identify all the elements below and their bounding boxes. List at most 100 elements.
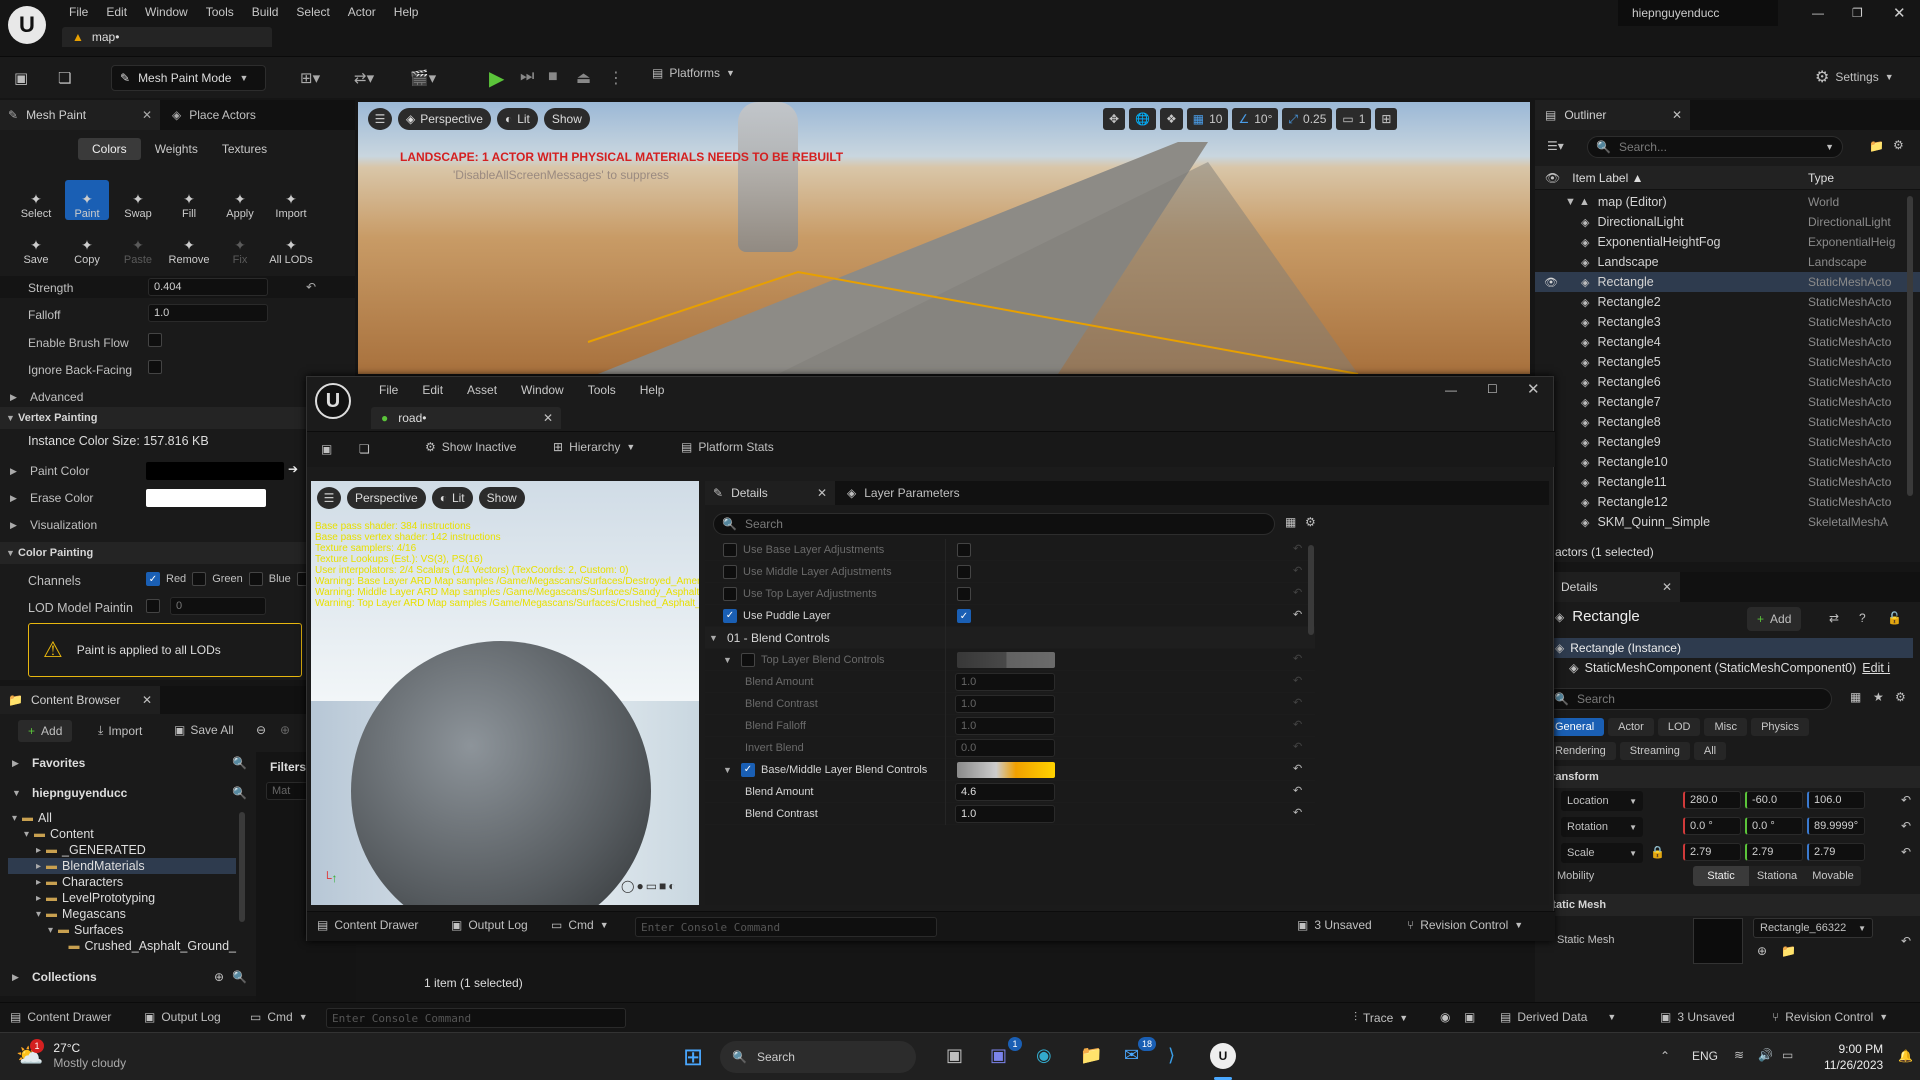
save-icon[interactable]: ▣ (14, 69, 28, 87)
outliner-row[interactable]: ◈ Rectangle10 StaticMeshActo (1535, 452, 1920, 472)
expand-arrow-icon[interactable]: ▾ (24, 829, 34, 840)
category-rendering[interactable]: Rendering (1545, 742, 1616, 760)
instance-row[interactable]: ◈ Rectangle (Instance) (1545, 638, 1913, 658)
language-indicator[interactable]: ENG (1692, 1049, 1718, 1063)
cinematics-icon[interactable]: 🎬▾ (410, 69, 436, 87)
menu-window[interactable]: Window (136, 3, 197, 21)
unreal-logo-icon[interactable]: U (315, 383, 351, 419)
reset-icon[interactable]: ↶ (1293, 564, 1302, 577)
grid-snap-button[interactable]: ▦ 10 (1186, 108, 1229, 130)
material-menu-help[interactable]: Help (628, 381, 677, 399)
label-column-header[interactable]: Item Label ▲ (1572, 171, 1643, 185)
erase-color-swatch[interactable] (146, 489, 266, 507)
close-icon[interactable]: ✕ (1527, 380, 1540, 398)
search-icon[interactable]: 🔍 (232, 970, 247, 984)
cb-import-button[interactable]: ⤓ Import (98, 723, 142, 738)
minimize-icon[interactable]: — (1812, 6, 1824, 20)
volume-icon[interactable]: 🔊 (1758, 1048, 1773, 1062)
transform-section[interactable]: Transform (1535, 766, 1920, 788)
folder-icon[interactable]: 📁 (1781, 944, 1796, 958)
loc-field-x[interactable]: 280.0 (1683, 791, 1741, 809)
cb-save-all-button[interactable]: ▣ Save All (174, 723, 234, 737)
paint-color-swatch[interactable] (146, 462, 284, 480)
tool-remove[interactable]: ✦ Remove (167, 226, 211, 266)
close-tab-icon[interactable]: ✕ (1662, 580, 1672, 594)
folder-tree-item[interactable]: ▸ ▬ _GENERATED (8, 842, 236, 858)
content-drawer-button[interactable]: ▤ Content Drawer (10, 1010, 111, 1024)
param-value-field[interactable]: 1.0 (955, 805, 1055, 823)
show-button[interactable]: Show (543, 108, 590, 130)
clock[interactable]: 9:00 PM 11/26/2023 (1824, 1041, 1883, 1073)
chevron-up-icon[interactable]: ⌃ (1660, 1049, 1670, 1063)
outliner-row[interactable]: ◈ Rectangle11 StaticMeshActo (1535, 472, 1920, 492)
camera-icon[interactable]: ▣ (1464, 1010, 1475, 1024)
material-scrollbar[interactable] (1308, 545, 1314, 635)
user-section[interactable]: ▼ hiepnguyenducc 🔍 (12, 782, 247, 804)
place-actors-tab[interactable]: ◈ Place Actors (160, 108, 256, 122)
material-param-row[interactable]: Blend Contrast 1.0 ↶ (705, 693, 1315, 715)
show-inactive-button[interactable]: ⚙ Show Inactive (425, 440, 516, 454)
subtab-colors[interactable]: Colors (78, 138, 141, 160)
edit-link[interactable]: Edit i (1862, 661, 1890, 675)
file-explorer-icon[interactable]: 📁 (1080, 1045, 1102, 1066)
preview-lit-button[interactable]: ◐ Lit (431, 487, 473, 509)
material-param-row[interactable]: Blend Amount 1.0 ↶ (705, 671, 1315, 693)
camera-speed-button[interactable]: ▭ 1 (1336, 108, 1372, 130)
reset-icon[interactable]: ↶ (1901, 819, 1911, 833)
mat-revision-button[interactable]: ⑂ Revision Control ▼ (1407, 918, 1523, 932)
expand-arrow-icon[interactable]: ▸ (36, 893, 46, 904)
mat-content-drawer-button[interactable]: ▤ Content Drawer (317, 918, 418, 932)
blue-checkbox[interactable] (248, 572, 263, 586)
category-misc[interactable]: Misc (1704, 718, 1748, 736)
visualization-section[interactable]: ▶ Visualization (10, 518, 97, 532)
tool-select[interactable]: ✦ Select (14, 180, 58, 220)
reset-icon[interactable]: ↶ (1901, 793, 1911, 807)
category-all[interactable]: All (1693, 742, 1727, 760)
mesh-dropdown[interactable]: Rectangle_66322 ▼ (1753, 918, 1873, 938)
folder-tree-item[interactable]: ▾ ▬ All (8, 810, 236, 826)
outliner-row[interactable]: ◈ Rectangle5 StaticMeshActo (1535, 352, 1920, 372)
menu-help[interactable]: Help (385, 3, 428, 21)
perspective-button[interactable]: ◈ Perspective (398, 108, 491, 130)
material-param-row[interactable]: Use Top Layer Adjustments ↶ (705, 583, 1315, 605)
blueprint-icon[interactable]: ⇄ (1829, 611, 1839, 625)
back-facing-checkbox[interactable] (148, 360, 162, 374)
platform-stats-button[interactable]: ▤ Platform Stats (681, 440, 774, 454)
world-icon[interactable]: 🌐 (1129, 108, 1157, 130)
material-search[interactable]: 🔍 Search (713, 513, 1275, 535)
custom-mesh-icon[interactable]: ◐ (668, 879, 675, 893)
material-param-row[interactable]: ▼ ✓ Base/Middle Layer Blend Controls ↶ (705, 759, 1315, 781)
close-icon[interactable]: ✕ (1893, 4, 1906, 22)
cube-icon[interactable]: ■ (659, 879, 666, 893)
mat-cmd-button[interactable]: ▭ Cmd ▼ (551, 918, 609, 932)
scale-snap-button[interactable]: ⤢ 0.25 (1282, 108, 1333, 130)
settings-button[interactable]: ⚙ Settings ▼ (1815, 67, 1894, 87)
material-menu-file[interactable]: File (367, 381, 410, 399)
play-icon[interactable]: ▶ (489, 66, 504, 91)
outliner-row[interactable]: ◈ Rectangle9 StaticMeshActo (1535, 432, 1920, 452)
material-param-row[interactable]: ▼ Top Layer Blend Controls ↶ (705, 649, 1315, 671)
outliner-search[interactable]: 🔍 Search... ▼ (1587, 136, 1843, 158)
outliner-row[interactable]: ◈ Rectangle8 StaticMeshActo (1535, 412, 1920, 432)
mat-console-input[interactable]: Enter Console Command (635, 917, 937, 937)
override-checkbox[interactable] (741, 652, 755, 667)
forward-icon[interactable]: ⊕ (280, 723, 290, 737)
component-row[interactable]: ◈ StaticMeshComponent (StaticMeshComponen… (1569, 660, 1919, 676)
override-checkbox[interactable] (723, 542, 737, 557)
cmd-button[interactable]: ▭ Cmd ▼ (250, 1010, 308, 1024)
add-actor-icon[interactable]: ⊞▾ (300, 69, 320, 87)
content-browser-tab[interactable]: 📁 Content Browser ✕ (0, 686, 160, 714)
material-details-tab[interactable]: ✎ Details ✕ (705, 481, 835, 505)
console-input[interactable]: Enter Console Command (326, 1008, 626, 1028)
tool-paste[interactable]: ✦ Paste (116, 226, 160, 266)
folder-tree-item[interactable]: ▬ Crushed_Asphalt_Ground_ (8, 938, 237, 954)
expand-arrow-icon[interactable]: ▸ (36, 861, 46, 872)
reset-icon[interactable]: ↶ (1293, 806, 1302, 819)
rot-field-y[interactable]: 0.0 ° (1745, 817, 1803, 835)
static-mesh-section[interactable]: Static Mesh (1535, 894, 1920, 916)
close-tab-icon[interactable]: ✕ (142, 693, 152, 707)
category-actor[interactable]: Actor (1608, 718, 1654, 736)
lock-icon[interactable]: 🔒 (1650, 845, 1665, 859)
mobility-stationary[interactable]: Stationa (1749, 866, 1805, 886)
scl-field-z[interactable]: 2.79 (1807, 843, 1865, 861)
